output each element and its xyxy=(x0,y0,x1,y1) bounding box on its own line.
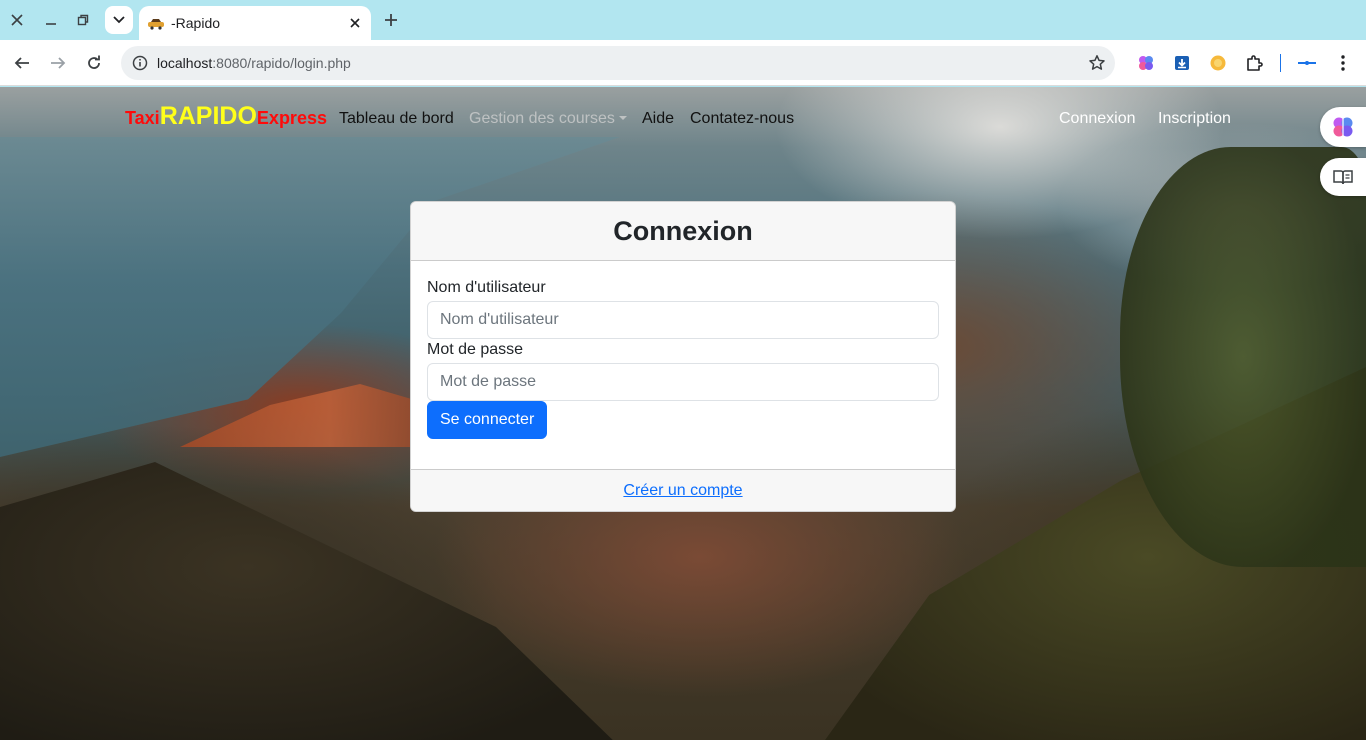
login-card-footer: Créer un compte xyxy=(411,469,955,511)
nav-link-register[interactable]: Inscription xyxy=(1158,110,1231,128)
url-path: :8080/rapido/login.php xyxy=(212,55,351,71)
browser-tab-bar: -Rapido xyxy=(0,0,1366,40)
brain-extension-icon[interactable] xyxy=(1135,52,1157,74)
url-host: localhost xyxy=(157,55,213,71)
nav-link-dashboard[interactable]: Tableau de bord xyxy=(339,110,454,128)
download-extension-icon[interactable] xyxy=(1171,52,1193,74)
nav-link-help[interactable]: Aide xyxy=(642,110,674,128)
browser-tab-active[interactable]: -Rapido xyxy=(139,6,371,40)
brand-part-rapido: RAPIDO xyxy=(159,102,257,130)
site-navbar: Taxi RAPIDO Express Tableau de bord Gest… xyxy=(0,87,1366,151)
background-tree xyxy=(1120,147,1366,567)
tab-search-icon[interactable] xyxy=(105,6,133,34)
forward-arrow-icon[interactable] xyxy=(44,49,72,77)
more-menu-icon[interactable] xyxy=(1332,52,1354,74)
brand-part-express: Express xyxy=(256,108,327,128)
brand-part-taxi: Taxi xyxy=(125,108,160,128)
page-background: Taxi RAPIDO Express Tableau de bord Gest… xyxy=(0,87,1366,740)
toolbar-separator xyxy=(1280,54,1281,72)
caret-down-icon xyxy=(618,116,627,120)
side-reader-icon[interactable] xyxy=(1320,158,1366,196)
reload-icon[interactable] xyxy=(80,49,108,77)
site-info-icon[interactable] xyxy=(123,46,157,80)
nav-dropdown-courses-label: Gestion des courses xyxy=(469,110,615,127)
tab-title: -Rapido xyxy=(171,15,221,31)
nav-link-contact[interactable]: Contatez-nous xyxy=(690,110,794,128)
back-arrow-icon[interactable] xyxy=(8,49,36,77)
login-title: Connexion xyxy=(613,215,753,246)
puzzle-extensions-icon[interactable] xyxy=(1243,52,1265,74)
url-text: localhost:8080/rapido/login.php xyxy=(157,55,351,71)
password-label: Mot de passe xyxy=(427,341,524,358)
nav-dropdown-courses[interactable]: Gestion des courses xyxy=(469,110,627,128)
login-card-header: Connexion xyxy=(411,202,955,261)
side-brain-icon[interactable] xyxy=(1320,107,1366,147)
login-form: Nom d'utilisateur Mot de passe Se connec… xyxy=(411,279,955,439)
username-label: Nom d'utilisateur xyxy=(427,279,546,296)
close-window-icon[interactable] xyxy=(4,7,30,33)
password-input[interactable] xyxy=(427,363,939,401)
tab-close-icon[interactable] xyxy=(345,13,365,33)
sun-extension-icon[interactable] xyxy=(1207,52,1229,74)
bookmark-star-icon[interactable] xyxy=(1087,53,1107,73)
restore-window-icon[interactable] xyxy=(70,7,96,33)
login-submit-button[interactable]: Se connecter xyxy=(427,401,548,439)
username-input[interactable] xyxy=(427,301,939,339)
new-tab-icon[interactable] xyxy=(378,7,404,33)
address-bar[interactable]: localhost:8080/rapido/login.php xyxy=(121,46,1115,80)
minimize-window-icon[interactable] xyxy=(38,7,64,33)
login-card: Connexion Nom d'utilisateur Mot de passe… xyxy=(410,201,956,512)
brand-logo[interactable]: Taxi RAPIDO Express xyxy=(125,102,327,131)
create-account-link[interactable]: Créer un compte xyxy=(623,482,742,500)
taxi-favicon-icon xyxy=(147,17,165,30)
profile-extension-icon[interactable] xyxy=(1296,52,1318,74)
nav-link-login[interactable]: Connexion xyxy=(1059,110,1136,128)
browser-toolbar: localhost:8080/rapido/login.php xyxy=(0,40,1366,86)
